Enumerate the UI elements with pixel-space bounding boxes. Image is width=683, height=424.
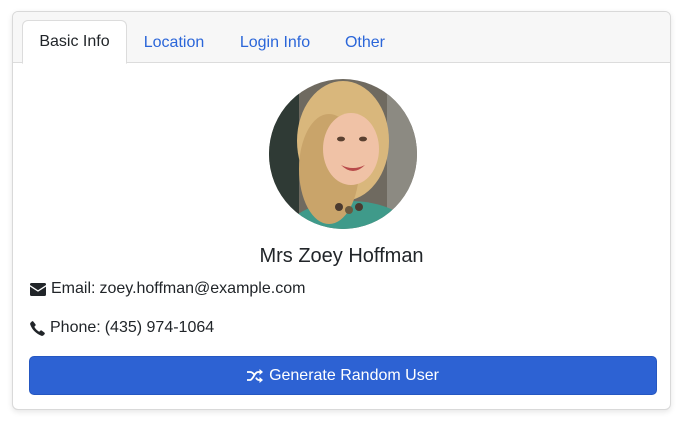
tab-other[interactable]: Other [335, 24, 395, 62]
shuffle-icon [247, 368, 264, 383]
tab-login-info[interactable]: Login Info [229, 24, 321, 62]
phone-value: (435) 974-1064 [104, 319, 215, 336]
phone-icon [30, 320, 45, 336]
phone-row: Phone: (435) 974-1064 [30, 319, 214, 337]
tab-bar: Basic Info Location Login Info Other [13, 12, 670, 64]
generate-button-label: Generate Random User [269, 366, 439, 384]
user-name: Mrs Zoey Hoffman [259, 245, 424, 267]
email-row: Email: zoey.hoffman@example.com [30, 280, 305, 298]
avatar [269, 79, 417, 229]
generate-random-user-button[interactable]: Generate Random User [29, 356, 657, 395]
email-value: zoey.hoffman@example.com [99, 280, 306, 297]
envelope-icon [30, 282, 46, 296]
tab-basic-info[interactable]: Basic Info [22, 20, 127, 64]
tab-location[interactable]: Location [133, 24, 215, 62]
phone-label: Phone: [50, 319, 101, 336]
user-card: Basic Info Location Login Info Other Mrs… [12, 11, 671, 410]
email-label: Email: [51, 280, 96, 297]
